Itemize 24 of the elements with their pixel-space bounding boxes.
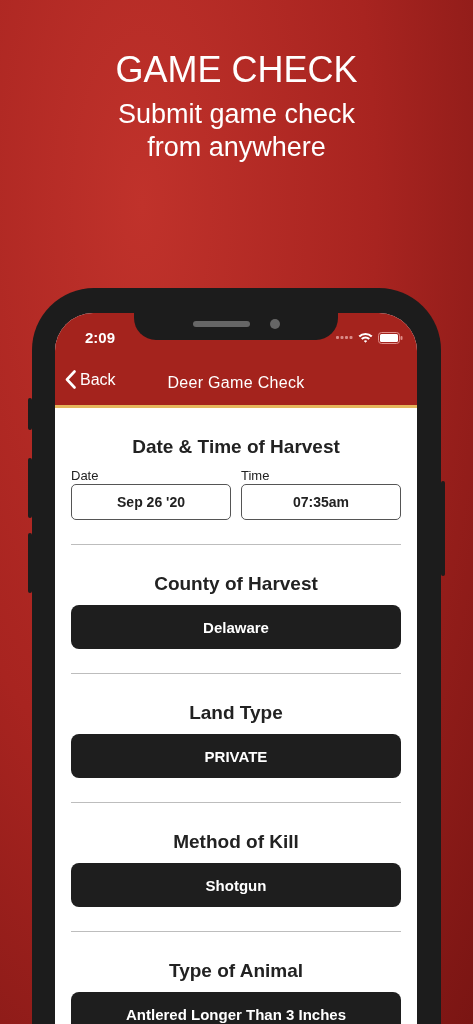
signal-icon [336, 336, 353, 339]
select-button[interactable]: PRIVATE [71, 734, 401, 778]
picker-field[interactable]: Sep 26 '20 [71, 484, 231, 520]
section-heading: County of Harvest [153, 573, 319, 595]
section-heading: Date & Time of Harvest [131, 436, 341, 458]
section-heading: Type of Animal [167, 960, 305, 982]
section-heading: Method of Kill [172, 831, 300, 853]
speaker-grille [192, 320, 250, 327]
nav-title: Deer Game Check [167, 373, 305, 392]
status-time: 2:09 [85, 329, 116, 346]
select-button[interactable]: Shotgun [71, 863, 401, 907]
field-label: Time [241, 468, 271, 483]
wifi-icon [358, 332, 373, 343]
promo-title: GAME CHECK [115, 50, 358, 90]
chevron-left-icon [65, 370, 76, 389]
camera-lens [269, 318, 280, 329]
picker-field[interactable]: 07:35am [241, 484, 401, 520]
field-label: Date [71, 468, 100, 483]
promo-subtitle: Submit game check from anywhere [116, 98, 357, 164]
select-button[interactable]: Delaware [71, 605, 401, 649]
back-button[interactable]: Back [65, 370, 116, 389]
section-heading: Land Type [188, 702, 284, 724]
battery-icon [378, 331, 403, 344]
select-button[interactable]: Antlered Longer Than 3 Inches [71, 992, 401, 1024]
